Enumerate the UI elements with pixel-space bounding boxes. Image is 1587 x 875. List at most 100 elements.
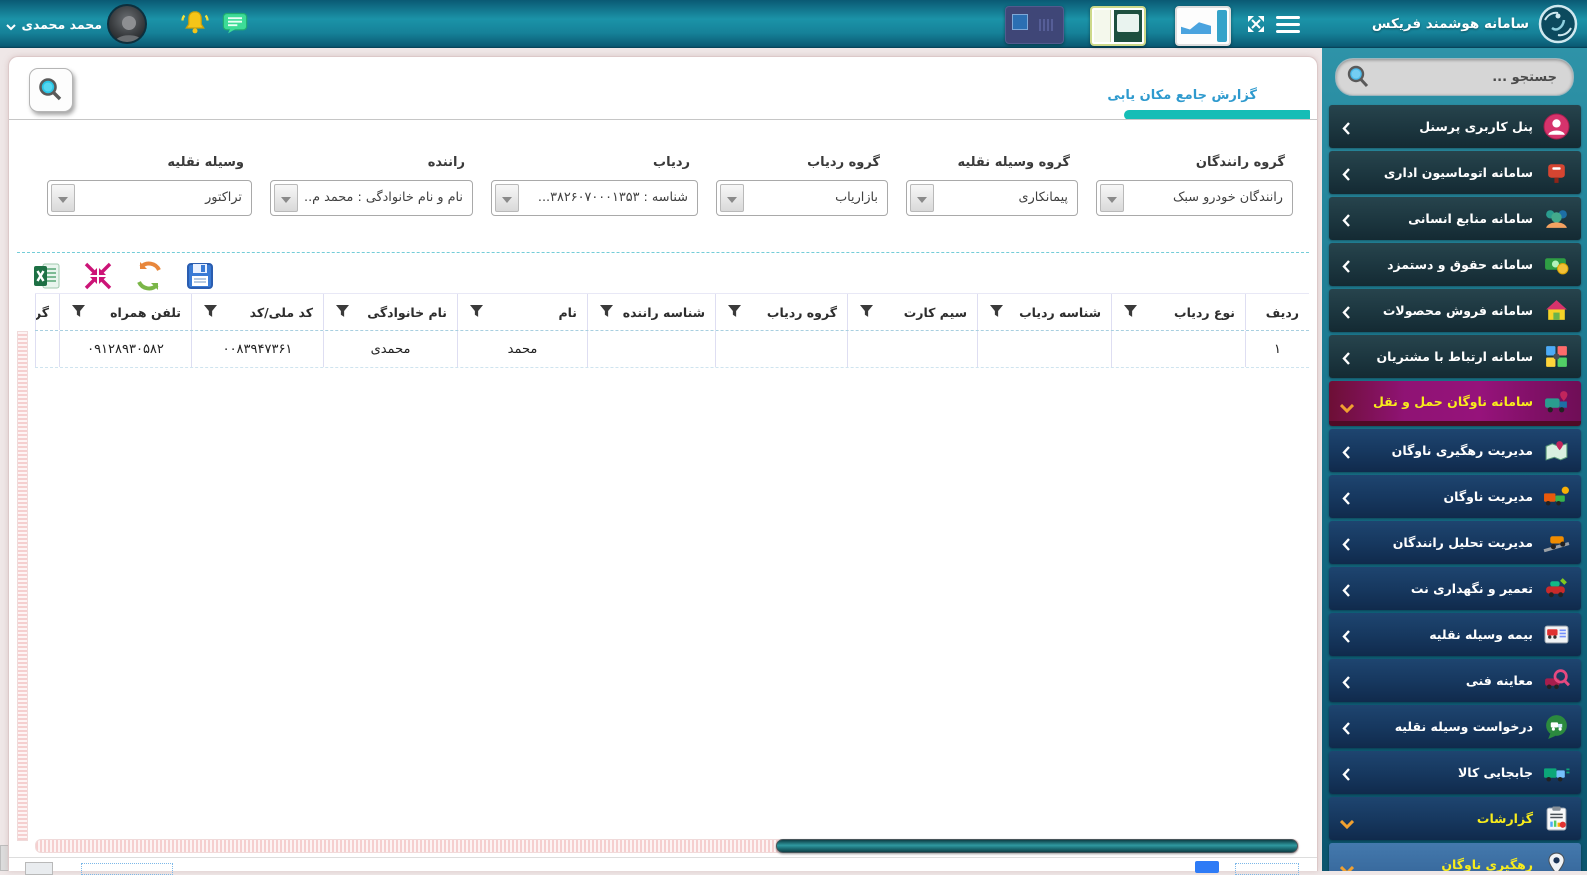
sidebar-item-human-resources[interactable]: سامانه منابع انسانی <box>1329 197 1581 240</box>
vehicle-select[interactable]: تراکتور <box>47 180 252 216</box>
search-input[interactable] <box>1376 59 1559 95</box>
filter-funnel-icon[interactable] <box>728 303 741 322</box>
column-header: کد ملی/کد <box>191 294 323 330</box>
fleet-icon <box>1543 389 1570 416</box>
sidebar-search <box>1335 58 1574 96</box>
horizontal-scrollbar-thumb[interactable] <box>776 839 1298 853</box>
vehicle-group-select[interactable]: پیمانکاری <box>906 180 1078 216</box>
chevron-left-icon <box>1342 212 1350 231</box>
sidebar-item-label: سامانه ناوگان حمل و نقل <box>1372 393 1533 409</box>
table-row[interactable]: ۱ محمد محمدی ۰۰۸۳۹۴۷۳۶۱ ۰۹۱۲۸۹۳۰۵۸۲ <box>35 331 1309 368</box>
dropdown-arrow-button[interactable] <box>1100 184 1124 212</box>
avatar[interactable] <box>107 4 147 44</box>
sidebar-item-technical-inspection[interactable]: معاینه فنی <box>1329 659 1581 702</box>
hamburger-menu-icon[interactable] <box>1276 16 1300 33</box>
form-thumbnail[interactable] <box>1090 6 1146 46</box>
filter-vehicle: وسیله نقلیه تراکتور <box>47 155 252 216</box>
report-thumbnail[interactable] <box>1175 6 1231 46</box>
pager-info-right <box>1235 863 1299 875</box>
current-page-button[interactable] <box>1195 861 1219 873</box>
sidebar-item-goods-transfer[interactable]: جابجایی کالا <box>1329 751 1581 794</box>
sidebar-item-fleet-tracking-management[interactable]: مدیریت رهگیری ناوگان <box>1329 429 1581 472</box>
sidebar-item-vehicle-request[interactable]: درخواست وسیله نقلیه <box>1329 705 1581 748</box>
filter-funnel-icon[interactable] <box>470 303 483 322</box>
pager-info-left <box>81 863 173 875</box>
save-icon[interactable] <box>184 260 216 292</box>
chevron-left-icon <box>1342 166 1350 185</box>
fullscreen-expand-icon[interactable] <box>1246 14 1266 34</box>
sidebar-item-label: معاینه فنی <box>1465 673 1533 688</box>
refresh-icon[interactable] <box>133 260 165 292</box>
sidebar-item-transport-fleet[interactable]: سامانه ناوگان حمل و نقل <box>1329 381 1581 426</box>
driver-select[interactable]: نام و نام خانوادگی : محمد م... <box>270 180 473 216</box>
tracker-group-select[interactable]: بازاریاب <box>716 180 888 216</box>
bell-icon[interactable] <box>180 8 210 38</box>
insurance-icon <box>1543 621 1570 648</box>
chevron-left-icon <box>1342 628 1350 647</box>
filter-funnel-icon[interactable] <box>204 303 217 322</box>
select-value: رانندگان خودرو سبک <box>1172 190 1283 205</box>
driver-analysis-icon <box>1543 529 1570 556</box>
vehicle-request-icon <box>1543 713 1570 740</box>
inspection-icon <box>1543 667 1570 694</box>
cell-first-name: محمد <box>457 331 587 367</box>
top-bar: سامانه هوشمند فریکس محمد محمدی <box>0 0 1587 48</box>
dropdown-arrow-button[interactable] <box>910 184 934 212</box>
chat-icon[interactable] <box>221 10 249 38</box>
sidebar-item-fleet-management[interactable]: مدیریت ناوگان <box>1329 475 1581 518</box>
filter-funnel-icon[interactable] <box>72 303 85 322</box>
cell-tracker-type <box>1111 331 1245 367</box>
select-value: پیمانکاری <box>1018 190 1068 205</box>
sidebar-item-reports[interactable]: گزارشات <box>1329 797 1581 840</box>
grid-header-row: ردیف نوع ردیاب شناسه ردیاب سیم کارت گروه… <box>35 293 1309 331</box>
tracking-map-icon <box>1543 437 1570 464</box>
column-header: شناسه ردیاب <box>977 294 1111 330</box>
column-header: نام <box>457 294 587 330</box>
collapse-grid-icon[interactable] <box>82 260 114 292</box>
dropdown-arrow-button[interactable] <box>495 184 519 212</box>
page-size-box[interactable] <box>25 862 53 875</box>
sidebar-item-product-sales[interactable]: سامانه فروش محصولات <box>1329 289 1581 332</box>
dropdown-arrow-button[interactable] <box>274 184 298 212</box>
dropdown-arrow-button[interactable] <box>720 184 744 212</box>
driver-group-select[interactable]: رانندگان خودرو سبک <box>1096 180 1293 216</box>
sidebar-item-label: بیمه وسیله نقلیه <box>1429 627 1533 642</box>
sidebar-item-vehicle-insurance[interactable]: بیمه وسیله نقلیه <box>1329 613 1581 656</box>
tracker-select[interactable]: شناسه : ۳۸۲۶۰۷۰۰۰۱۳۵۳... <box>491 180 698 216</box>
tab-location-report[interactable]: گزارش جامع مکان یابی <box>1107 88 1257 103</box>
sidebar-item-office-automation[interactable]: سامانه اتوماسیون اداری <box>1329 151 1581 194</box>
sidebar-item-label: سامانه فروش محصولات <box>1382 303 1533 318</box>
chevron-down-icon <box>1339 398 1355 417</box>
filter-funnel-icon[interactable] <box>336 303 349 322</box>
select-value: تراکتور <box>205 190 242 205</box>
filter-funnel-icon[interactable] <box>600 303 613 322</box>
select-value: بازاریاب <box>835 190 878 205</box>
advanced-search-button[interactable] <box>29 68 73 112</box>
vertical-scrollbar-track[interactable] <box>17 331 28 841</box>
crm-icon <box>1543 343 1570 370</box>
sidebar-item-maintenance[interactable]: تعمیر و نگهداری نت <box>1329 567 1581 610</box>
filter-funnel-icon[interactable] <box>860 303 873 322</box>
cell-sim-card <box>847 331 977 367</box>
filter-tracker-group: گروه ردیاب بازاریاب <box>716 155 888 216</box>
filter-row: گروه رانندگان رانندگان خودرو سبک گروه وس… <box>47 155 1293 216</box>
cell-group <box>35 331 59 367</box>
goods-icon <box>1543 759 1570 786</box>
sidebar-item-crm[interactable]: سامانه ارتباط با مشتریان <box>1329 335 1581 378</box>
select-value: شناسه : ۳۸۲۶۰۷۰۰۰۱۳۵۳... <box>537 190 688 205</box>
sidebar-item-label: درخواست وسیله نقلیه <box>1394 719 1533 734</box>
dashboard-thumbnail[interactable] <box>1005 6 1064 44</box>
sidebar-item-fleet-tracking[interactable]: رهگیری ناوگان <box>1329 843 1581 871</box>
results-grid: ردیف نوع ردیاب شناسه ردیاب سیم کارت گروه… <box>35 293 1309 368</box>
cell-tracker-id <box>977 331 1111 367</box>
sidebar-item-payroll[interactable]: سامانه حقوق و دستمزد <box>1329 243 1581 286</box>
chevron-left-icon <box>1342 120 1350 139</box>
excel-export-icon[interactable] <box>31 260 63 292</box>
filter-funnel-icon[interactable] <box>1124 303 1137 322</box>
pager-bar <box>9 857 1317 875</box>
user-menu[interactable]: محمد محمدی <box>2 0 102 48</box>
filter-funnel-icon[interactable] <box>990 303 1003 322</box>
sidebar-item-personnel-panel[interactable]: پنل کاربری پرسنل <box>1329 105 1581 148</box>
dropdown-arrow-button[interactable] <box>51 184 75 212</box>
sidebar-item-driver-analysis[interactable]: مدیریت تحلیل رانندگان <box>1329 521 1581 564</box>
